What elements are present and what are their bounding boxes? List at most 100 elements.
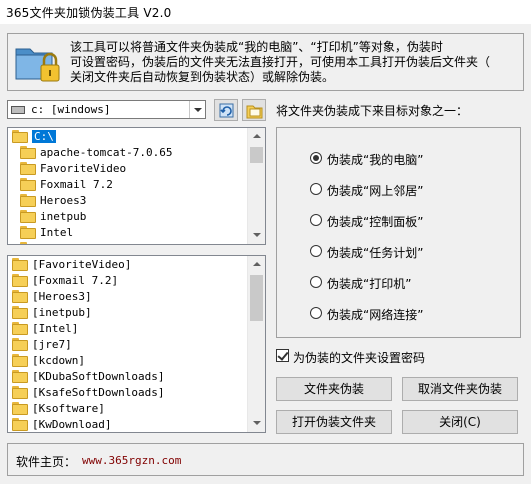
list-item[interactable]: [KsafeSoftDownloads] [8, 385, 248, 401]
new-folder-icon [246, 105, 263, 119]
close-button[interactable]: 关闭(C) [402, 410, 518, 434]
folder-tree[interactable]: C:\ apache-tomcat-7.0.65 FavoriteVideo Fox… [7, 127, 266, 245]
tree-item-label: jre7 [40, 242, 67, 244]
folder-icon [12, 418, 28, 431]
tree-item[interactable]: FavoriteVideo [8, 161, 248, 177]
radio-option-label: 伪装成“打印机” [327, 277, 412, 291]
scroll-up-icon[interactable] [248, 128, 265, 145]
folder-icon [12, 386, 28, 399]
folder-list[interactable]: [FavoriteVideo] [Foxmail 7.2] [Heroes3] [in… [7, 255, 266, 433]
folder-icon [12, 290, 28, 303]
list-item[interactable]: [Ksoftware] [8, 401, 248, 417]
target-label: 将文件夹伪装成下来目标对象之一： [276, 104, 469, 118]
tree-item-label: Foxmail 7.2 [40, 178, 113, 191]
tree-item[interactable]: apache-tomcat-7.0.65 [8, 145, 248, 161]
homepage-link[interactable]: www.365rgzn.com [82, 454, 181, 467]
folder-lock-icon [15, 48, 60, 82]
list-item-label: [KwDownload] [32, 418, 112, 431]
scroll-down-icon[interactable] [248, 227, 265, 244]
scroll-down-icon[interactable] [248, 415, 265, 432]
list-item-label: [Foxmail 7.2] [32, 274, 119, 287]
disguise-button[interactable]: 文件夹伪装 [276, 377, 392, 401]
radio-option-label: 伪装成“控制面板” [327, 215, 424, 229]
radio-icon[interactable] [310, 183, 322, 195]
tree-root-label: C:\ [32, 130, 56, 143]
banner-line: 该工具可以将普通文件夹伪装成“我的电脑”、“打印机”等对象，伪装时 [70, 40, 443, 54]
tree-item[interactable]: jre7 [8, 241, 248, 244]
list-item-label: [jre7] [32, 338, 72, 351]
open-disguised-button[interactable]: 打开伪装文件夹 [276, 410, 392, 434]
tree-item[interactable]: Intel [8, 225, 248, 241]
checkbox-checked-icon[interactable] [276, 349, 289, 362]
list-item-label: [Intel] [32, 322, 79, 335]
folder-icon [20, 146, 36, 159]
drive-icon [11, 106, 25, 114]
drive-value: c: [windows] [31, 103, 111, 116]
banner-description: 该工具可以将普通文件夹伪装成“我的电脑”、“打印机”等对象，伪装时 可设置密码，… [70, 40, 520, 85]
tree-item-label: FavoriteVideo [40, 162, 127, 175]
list-item[interactable]: [KDubaSoftDownloads] [8, 369, 248, 385]
folder-icon [20, 194, 36, 207]
folder-icon [12, 322, 28, 335]
folder-icon [20, 162, 36, 175]
list-item[interactable]: [FavoriteVideo] [8, 257, 248, 273]
drive-select[interactable]: c: [windows] [7, 100, 206, 119]
list-item[interactable]: [kcdown] [8, 353, 248, 369]
radio-option-label: 伪装成“网络连接” [327, 308, 424, 322]
open-folder-icon [12, 130, 28, 143]
list-item[interactable]: [Heroes3] [8, 289, 248, 305]
scroll-thumb[interactable] [250, 275, 263, 321]
tree-item-label: apache-tomcat-7.0.65 [40, 146, 173, 159]
refresh-button[interactable] [214, 99, 238, 121]
list-item-label: [Heroes3] [32, 290, 92, 303]
radio-icon[interactable] [310, 307, 322, 319]
target-options-group: 伪装成“我的电脑” 伪装成“网上邻居” 伪装成“控制面板” 伪装成“任务计划” 伪装成“… [276, 127, 521, 338]
folder-icon [12, 306, 28, 319]
list-item[interactable]: [inetpub] [8, 305, 248, 321]
radio-option-label: 伪装成“网上邻居” [327, 184, 424, 198]
radio-option-label: 伪装成“我的电脑” [327, 153, 424, 167]
list-item[interactable]: [Intel] [8, 321, 248, 337]
list-scrollbar[interactable] [247, 256, 265, 432]
tree-item[interactable]: Foxmail 7.2 [8, 177, 248, 193]
title-bar: 365文件夹加锁伪装工具 V2.0 [0, 0, 531, 24]
password-label: 为伪装的文件夹设置密码 [293, 351, 426, 365]
tree-item-label: Heroes3 [40, 194, 87, 207]
folder-icon [12, 258, 28, 271]
scroll-thumb[interactable] [250, 147, 263, 163]
window-title: 365文件夹加锁伪装工具 V2.0 [6, 6, 172, 20]
footer: 软件主页： www.365rgzn.com [7, 443, 524, 476]
homepage-label: 软件主页： [16, 455, 77, 469]
tree-root-item[interactable]: C:\ [8, 129, 248, 145]
list-item[interactable]: [KwDownload] [8, 417, 248, 432]
list-item-label: [Ksoftware] [32, 402, 105, 415]
folder-icon [20, 226, 36, 239]
list-item-label: [FavoriteVideo] [32, 258, 132, 271]
tree-item[interactable]: Heroes3 [8, 193, 248, 209]
folder-icon [12, 354, 28, 367]
refresh-icon [219, 103, 234, 118]
list-item[interactable]: [jre7] [8, 337, 248, 353]
radio-icon[interactable] [310, 214, 322, 226]
folder-icon [12, 274, 28, 287]
tree-item-label: Intel [40, 226, 74, 239]
banner-line: 可设置密码，伪装后的文件夹无法直接打开，可使用本工具打开伪装后文件夹（ [70, 55, 491, 69]
list-item-label: [KsafeSoftDownloads] [32, 386, 165, 399]
tree-scrollbar[interactable] [247, 128, 265, 244]
list-item-label: [inetpub] [32, 306, 92, 319]
chevron-down-icon[interactable] [189, 101, 205, 118]
folder-icon [20, 210, 36, 223]
scroll-up-icon[interactable] [248, 256, 265, 273]
list-item[interactable]: [Foxmail 7.2] [8, 273, 248, 289]
new-folder-button[interactable] [242, 99, 266, 121]
tree-item[interactable]: inetpub [8, 209, 248, 225]
list-item-label: [kcdown] [32, 354, 85, 367]
radio-icon[interactable] [310, 276, 322, 288]
radio-selected-icon[interactable] [310, 152, 322, 164]
radio-option-label: 伪装成“任务计划” [327, 246, 424, 260]
folder-icon [20, 242, 27, 244]
folder-icon [12, 370, 28, 383]
list-item-label: [KDubaSoftDownloads] [32, 370, 165, 383]
radio-icon[interactable] [310, 245, 322, 257]
cancel-disguise-button[interactable]: 取消文件夹伪装 [402, 377, 518, 401]
